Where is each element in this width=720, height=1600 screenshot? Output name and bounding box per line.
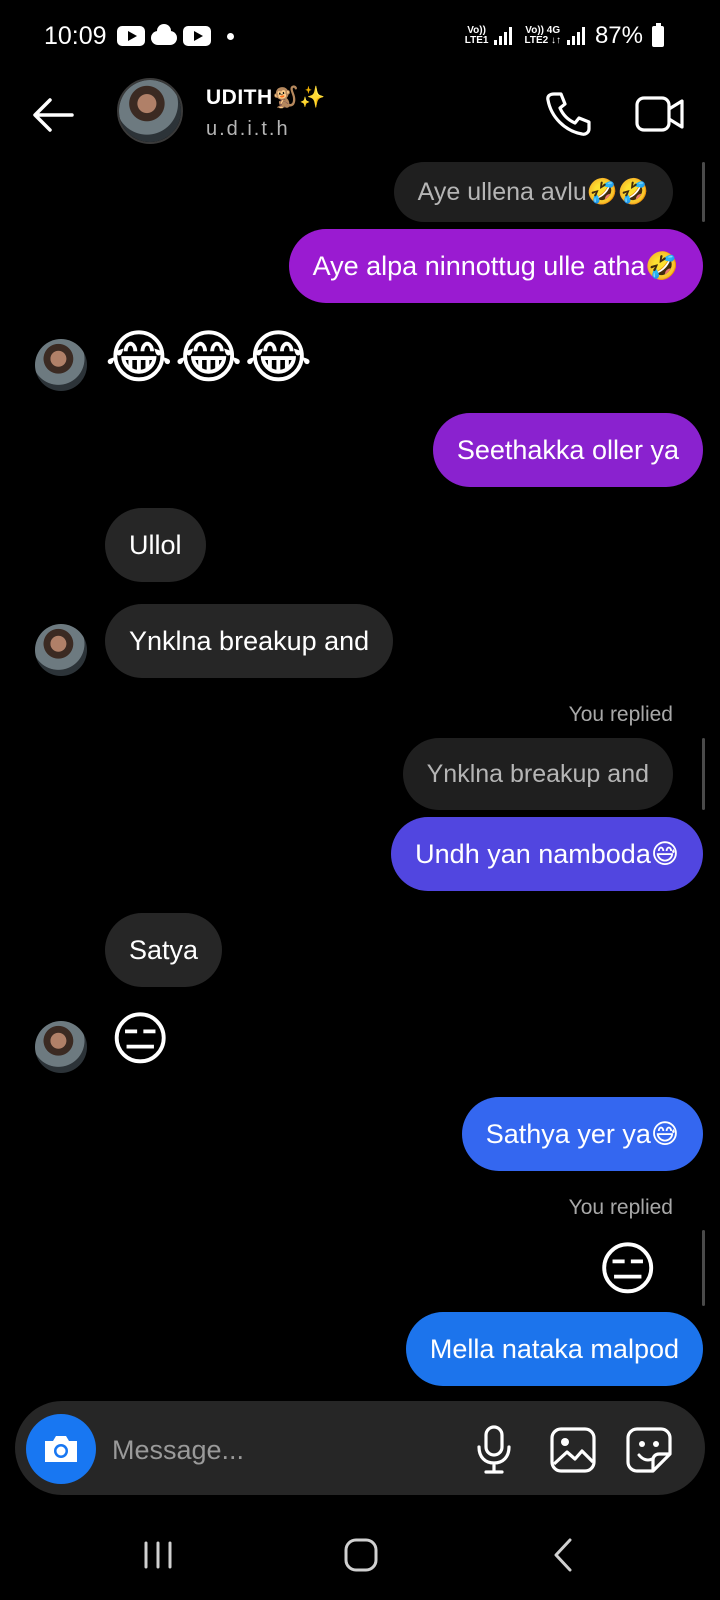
outgoing-message[interactable]: Aye alpa ninnottug ulle atha🤣 bbox=[288, 229, 703, 303]
notification-icons bbox=[117, 24, 234, 46]
back-arrow-icon[interactable] bbox=[28, 90, 78, 140]
camera-button[interactable] bbox=[26, 1414, 96, 1484]
gallery-icon[interactable] bbox=[547, 1424, 599, 1476]
quote-bar bbox=[702, 162, 705, 222]
system-indicators: Vo)) LTE1 Vo)) 4G LTE2 ↓↑ 87% bbox=[465, 22, 664, 50]
outgoing-message[interactable]: Undh yan namboda😅 bbox=[391, 817, 703, 891]
clock: 10:09 bbox=[44, 22, 107, 50]
replied-quote-bubble[interactable]: Ynklna breakup and bbox=[402, 738, 673, 810]
replied-quote-emoji[interactable]: 😑 bbox=[598, 1238, 660, 1302]
status-bar: 10:09 Vo)) LTE1 Vo)) 4G LTE2 ↓↑ 87% bbox=[0, 0, 720, 76]
outgoing-message[interactable]: Mella nataka malpod bbox=[405, 1312, 703, 1386]
signal-strength-icon bbox=[566, 27, 585, 45]
quote-bar bbox=[702, 1230, 705, 1306]
replied-label: You replied bbox=[568, 1196, 673, 1219]
outgoing-message[interactable]: Seethakka oller ya bbox=[432, 413, 703, 487]
replied-label: You replied bbox=[568, 703, 673, 726]
sender-avatar[interactable] bbox=[35, 339, 87, 391]
signal-strength-icon bbox=[494, 27, 513, 45]
recents-icon[interactable] bbox=[138, 1535, 178, 1575]
outgoing-message[interactable]: Sathya yer ya😅 bbox=[461, 1097, 703, 1171]
contact-name[interactable]: UDITH🐒✨ bbox=[206, 86, 326, 110]
nav-back-icon[interactable] bbox=[548, 1534, 578, 1576]
youtube-icon bbox=[183, 26, 211, 46]
incoming-message[interactable]: Ynklna breakup and bbox=[105, 604, 394, 678]
sim1-indicator: Vo)) LTE1 bbox=[464, 25, 489, 46]
sticker-icon[interactable] bbox=[623, 1424, 675, 1476]
battery-icon bbox=[652, 22, 664, 47]
emoji-message[interactable]: 😑 bbox=[110, 1008, 172, 1072]
cloud-icon bbox=[151, 24, 177, 45]
replied-quote-bubble[interactable]: Aye ullena avlu🤣🤣 bbox=[393, 162, 673, 222]
battery-percent: 87% bbox=[594, 22, 643, 49]
emoji-message[interactable]: 😂😂😂 bbox=[105, 326, 314, 390]
incoming-message[interactable]: Ullol bbox=[105, 508, 206, 582]
sim2-indicator: Vo)) 4G LTE2 ↓↑ bbox=[524, 25, 561, 46]
phone-call-icon[interactable] bbox=[540, 88, 596, 140]
message-input[interactable] bbox=[112, 1428, 452, 1472]
youtube-icon bbox=[117, 26, 145, 46]
camera-icon bbox=[45, 1436, 77, 1462]
quote-bar bbox=[702, 738, 705, 810]
video-call-icon[interactable] bbox=[634, 90, 686, 138]
more-notifications-dot-icon bbox=[227, 32, 234, 40]
microphone-icon[interactable] bbox=[470, 1424, 518, 1476]
contact-handle[interactable]: u.d.i.t.h bbox=[206, 118, 290, 141]
home-icon[interactable] bbox=[340, 1534, 382, 1576]
incoming-message[interactable]: Satya bbox=[105, 913, 223, 987]
sender-avatar[interactable] bbox=[35, 624, 87, 676]
contact-avatar[interactable] bbox=[117, 78, 183, 144]
sender-avatar[interactable] bbox=[35, 1021, 87, 1073]
